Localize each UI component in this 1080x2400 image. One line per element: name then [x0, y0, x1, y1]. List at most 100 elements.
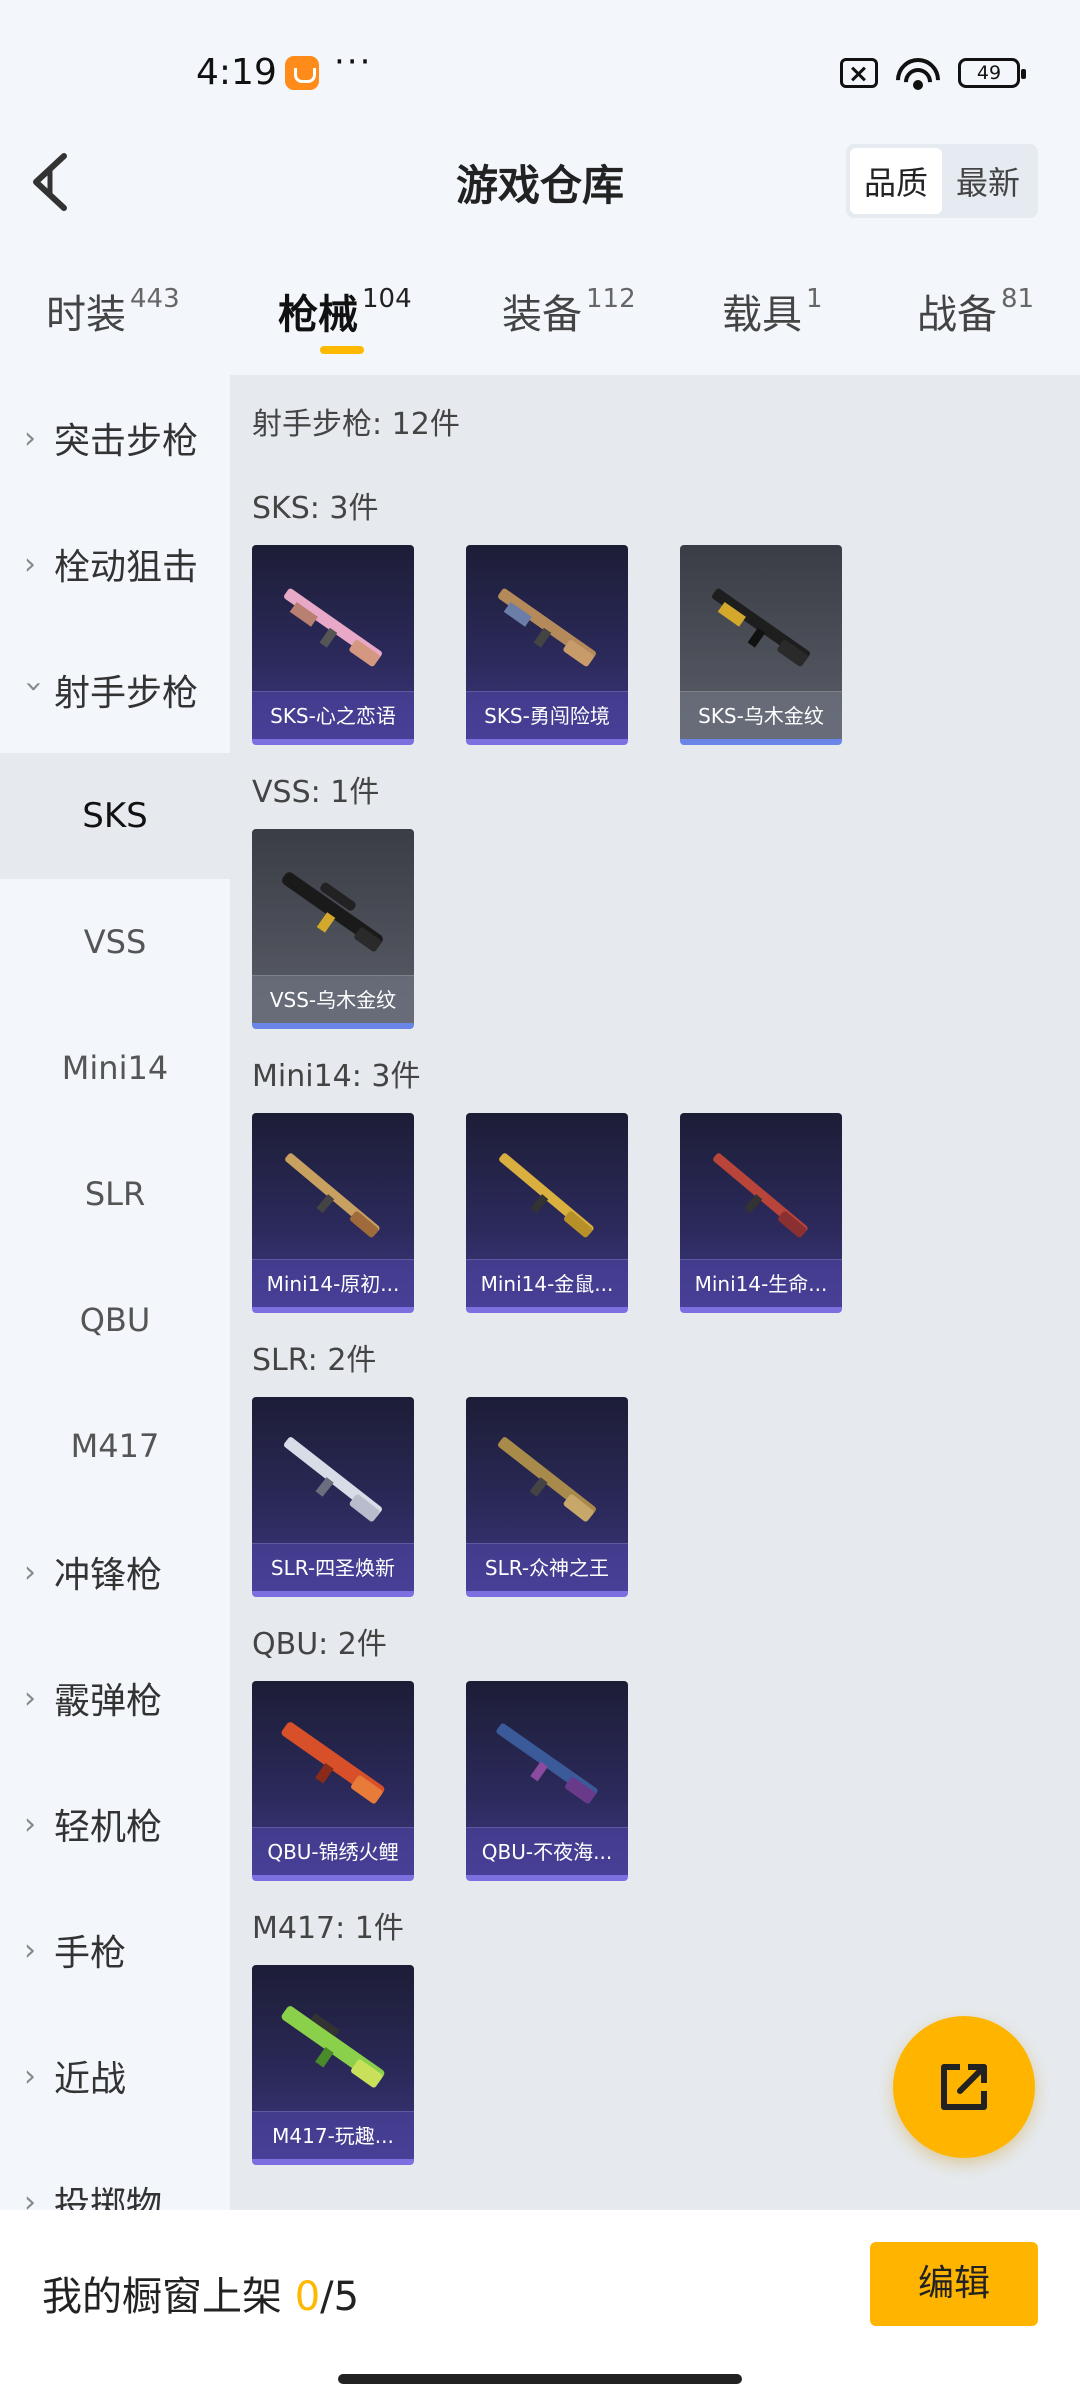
- home-indicator[interactable]: [338, 2374, 742, 2384]
- edit-button[interactable]: 编辑: [870, 2242, 1038, 2326]
- sidebar-item-label: 射手步枪: [54, 673, 199, 714]
- sort-quality-button[interactable]: 品质: [849, 148, 942, 214]
- sidebar-item-label: VSS: [83, 923, 147, 961]
- showcase-count: 0: [294, 2274, 321, 2320]
- sidebar-item-label: SKS: [82, 796, 148, 836]
- weapon-card-label: SLR-众神之王: [466, 1543, 628, 1591]
- sidebar-item-shotgun[interactable]: › 霰弹枪: [0, 1635, 230, 1761]
- sidebar-item-label: Mini14: [61, 1049, 169, 1087]
- weapon-card[interactable]: QBU-不夜海...: [466, 1681, 628, 1881]
- weapon-card[interactable]: Mini14-金鼠...: [466, 1113, 628, 1313]
- sidebar-item-label: 轻机枪: [54, 1807, 163, 1848]
- tab-fashion[interactable]: 时装 443: [46, 282, 180, 340]
- sidebar: › 突击步枪 › 栓动狙击 › 射手步枪 SKS VSS Mini14 SLR QBU…: [0, 375, 230, 2210]
- more-notifications-icon: ···: [334, 42, 373, 82]
- sidebar-item-throwables[interactable]: › 投掷物: [0, 2139, 230, 2211]
- sidebar-item-label: M417: [70, 1427, 160, 1465]
- tab-supplies[interactable]: 战备 81: [917, 282, 1034, 340]
- no-sim-icon: [840, 58, 878, 88]
- group-heading: M417: 1件: [252, 1911, 404, 1946]
- sidebar-item-label: 手枪: [54, 1933, 127, 1974]
- sidebar-item-label: 冲锋枪: [54, 1555, 163, 1596]
- category-tabs: 时装 443 枪械 104 装备 112 载具 1 战备 81: [0, 270, 1080, 360]
- tab-count: 112: [586, 284, 636, 314]
- tab-equipment[interactable]: 装备 112: [502, 282, 636, 340]
- sidebar-item-label: 突击步枪: [54, 421, 199, 462]
- weapon-card[interactable]: Mini14-生命...: [680, 1113, 842, 1313]
- wifi-icon: [896, 56, 940, 90]
- weapon-card-label: Mini14-原初...: [252, 1259, 414, 1307]
- weapon-card[interactable]: SKS-勇闯险境: [466, 545, 628, 745]
- tab-count: 104: [362, 284, 412, 314]
- chevron-right-icon: ›: [24, 420, 36, 456]
- rifle-icon: [498, 588, 596, 667]
- rifle-icon: [498, 1437, 596, 1522]
- chevron-right-icon: ›: [24, 1554, 36, 1590]
- chevron-right-icon: ›: [24, 546, 36, 582]
- weapon-card[interactable]: SKS-乌木金纹: [680, 545, 842, 745]
- weapon-card[interactable]: SLR-四圣焕新: [252, 1397, 414, 1597]
- weapon-card[interactable]: M417-玩趣...: [252, 1965, 414, 2165]
- sidebar-item-assault-rifle[interactable]: › 突击步枪: [0, 375, 230, 501]
- share-icon: [941, 2064, 987, 2110]
- sidebar-item-melee[interactable]: › 近战: [0, 2013, 230, 2139]
- weapon-card[interactable]: QBU-锦绣火鲤: [252, 1681, 414, 1881]
- rifle-icon: [281, 1722, 385, 1804]
- battery-icon: 49: [958, 58, 1026, 88]
- header: 游戏仓库 品质 最新: [0, 140, 1080, 240]
- tab-vehicles[interactable]: 载具 1: [722, 282, 823, 340]
- chevron-right-icon: ›: [24, 2184, 36, 2211]
- sidebar-item-label: 霰弹枪: [54, 1681, 163, 1722]
- group-heading: VSS: 1件: [252, 775, 380, 810]
- sidebar-subitem-qbu[interactable]: QBU: [0, 1257, 230, 1383]
- rifle-icon: [713, 1153, 808, 1238]
- sidebar-item-label: 近战: [54, 2059, 127, 2100]
- sort-toggle: 品质 最新: [845, 144, 1038, 218]
- sidebar-subitem-sks[interactable]: SKS: [0, 753, 230, 879]
- chevron-right-icon: ›: [24, 1806, 36, 1842]
- active-tab-indicator: [320, 346, 364, 354]
- sidebar-item-bolt-sniper[interactable]: › 栓动狙击: [0, 501, 230, 627]
- rifle-icon: [285, 1153, 380, 1238]
- sidebar-item-label: SLR: [84, 1175, 146, 1213]
- rifle-icon: [284, 1437, 382, 1522]
- rifle-icon: [496, 1723, 598, 1804]
- tab-guns[interactable]: 枪械 104: [278, 282, 412, 340]
- showcase-status: 我的橱窗上架 0/5: [42, 2264, 359, 2322]
- showcase-total: /5: [320, 2274, 360, 2320]
- weapon-card[interactable]: Mini14-原初...: [252, 1113, 414, 1313]
- weapon-card[interactable]: SLR-众神之王: [466, 1397, 628, 1597]
- group-heading: QBU: 2件: [252, 1627, 387, 1662]
- chevron-right-icon: ›: [24, 1932, 36, 1968]
- sort-newest-button[interactable]: 最新: [942, 148, 1034, 214]
- sidebar-item-marksman-rifle[interactable]: › 射手步枪: [0, 627, 230, 753]
- tab-label: 战备: [917, 292, 997, 338]
- weapon-card[interactable]: SKS-心之恋语: [252, 545, 414, 745]
- status-icons: 49: [840, 56, 1026, 90]
- weapon-grid: 射手步枪: 12件 SKS: 3件 SKS-心之恋语 SKS-勇闯险境 SKS-…: [230, 375, 1080, 2210]
- group-heading: SKS: 3件: [252, 491, 379, 526]
- sidebar-item-lmg[interactable]: › 轻机枪: [0, 1761, 230, 1887]
- weapon-card-label: QBU-锦绣火鲤: [252, 1827, 414, 1875]
- sidebar-subitem-m417[interactable]: M417: [0, 1383, 230, 1509]
- rifle-icon: [281, 2006, 385, 2088]
- group-heading: SLR: 2件: [252, 1343, 377, 1378]
- group-heading: Mini14: 3件: [252, 1059, 421, 1094]
- sidebar-item-pistol[interactable]: › 手枪: [0, 1887, 230, 2013]
- tab-count: 1: [806, 284, 823, 314]
- chevron-right-icon: ›: [24, 2058, 36, 2094]
- tab-label: 时装: [46, 292, 126, 338]
- sidebar-subitem-mini14[interactable]: Mini14: [0, 1005, 230, 1131]
- weapon-card[interactable]: VSS-乌木金纹: [252, 829, 414, 1029]
- sidebar-item-smg[interactable]: › 冲锋枪: [0, 1509, 230, 1635]
- tab-label: 装备: [502, 292, 582, 338]
- weapon-card-label: Mini14-金鼠...: [466, 1259, 628, 1307]
- weapon-card-label: VSS-乌木金纹: [252, 975, 414, 1023]
- sidebar-subitem-vss[interactable]: VSS: [0, 879, 230, 1005]
- weapon-card-label: SKS-勇闯险境: [466, 691, 628, 739]
- share-button[interactable]: [893, 2016, 1035, 2158]
- weapon-card-label: SKS-心之恋语: [252, 691, 414, 739]
- notification-app-icon: [285, 56, 319, 90]
- sidebar-subitem-slr[interactable]: SLR: [0, 1131, 230, 1257]
- rifle-icon: [499, 1153, 594, 1238]
